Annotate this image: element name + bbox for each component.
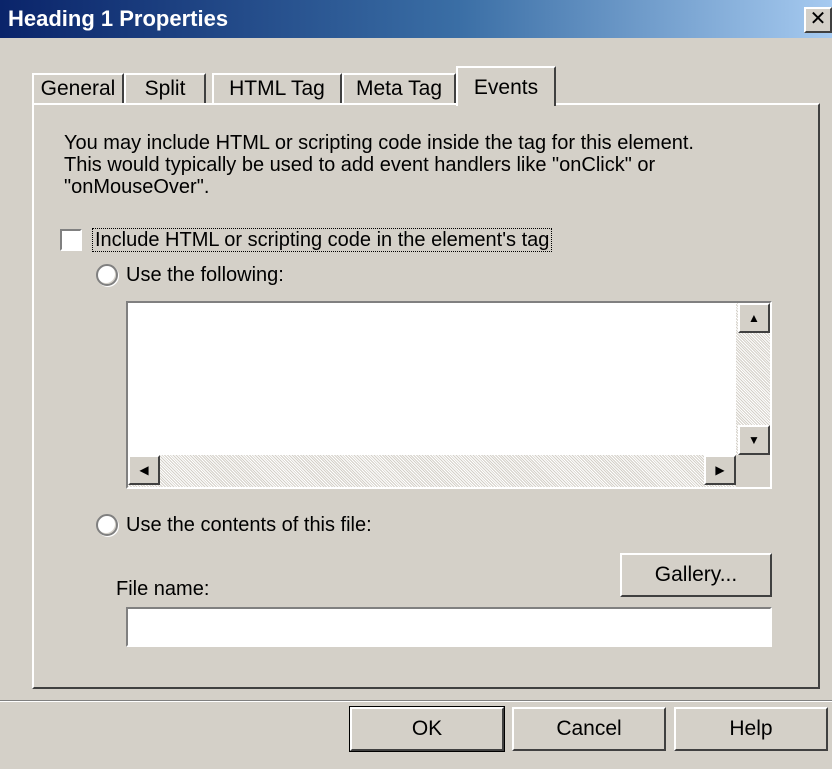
- scroll-left-button[interactable]: ◀: [128, 455, 160, 485]
- tab-events[interactable]: Events: [456, 66, 556, 106]
- gallery-button[interactable]: Gallery...: [620, 553, 772, 597]
- cancel-button[interactable]: Cancel: [512, 707, 666, 751]
- use-following-radio[interactable]: [96, 264, 118, 286]
- file-name-label: File name:: [116, 578, 210, 600]
- include-code-checkbox[interactable]: [60, 229, 82, 251]
- use-file-label[interactable]: Use the contents of this file:: [126, 513, 372, 537]
- vertical-scrollbar[interactable]: ▲ ▼: [736, 303, 770, 455]
- scroll-right-button[interactable]: ▶: [704, 455, 736, 485]
- include-code-label[interactable]: Include HTML or scripting code in the el…: [92, 228, 553, 252]
- code-textarea[interactable]: ▲ ▼ ◀ ▶: [126, 301, 772, 489]
- scroll-corner: [736, 455, 770, 487]
- tab-meta-tag[interactable]: Meta Tag: [342, 73, 456, 103]
- separator: [0, 700, 832, 702]
- description-line: You may include HTML or scripting code i…: [64, 132, 694, 154]
- horizontal-scrollbar[interactable]: ◀ ▶: [128, 455, 736, 487]
- scroll-up-button[interactable]: ▲: [738, 303, 770, 333]
- use-following-label[interactable]: Use the following:: [126, 263, 284, 287]
- tab-general[interactable]: General: [32, 73, 124, 103]
- description-line: "onMouseOver".: [64, 176, 210, 198]
- title-bar: Heading 1 Properties ✕: [0, 0, 832, 38]
- help-button[interactable]: Help: [674, 707, 828, 751]
- heading-properties-dialog: Heading 1 Properties ✕ General Split HTM…: [0, 0, 832, 769]
- scroll-down-button[interactable]: ▼: [738, 425, 770, 455]
- use-file-radio[interactable]: [96, 514, 118, 536]
- file-name-input[interactable]: [126, 607, 772, 647]
- tab-split[interactable]: Split: [124, 73, 206, 103]
- close-icon: ✕: [809, 8, 827, 30]
- dialog-title: Heading 1 Properties: [8, 6, 229, 31]
- description-line: This would typically be used to add even…: [64, 154, 656, 176]
- tab-html-tag[interactable]: HTML Tag: [212, 73, 342, 103]
- ok-button[interactable]: OK: [349, 706, 505, 752]
- events-description: You may include HTML or scripting code i…: [64, 132, 764, 198]
- close-button[interactable]: ✕: [804, 7, 832, 33]
